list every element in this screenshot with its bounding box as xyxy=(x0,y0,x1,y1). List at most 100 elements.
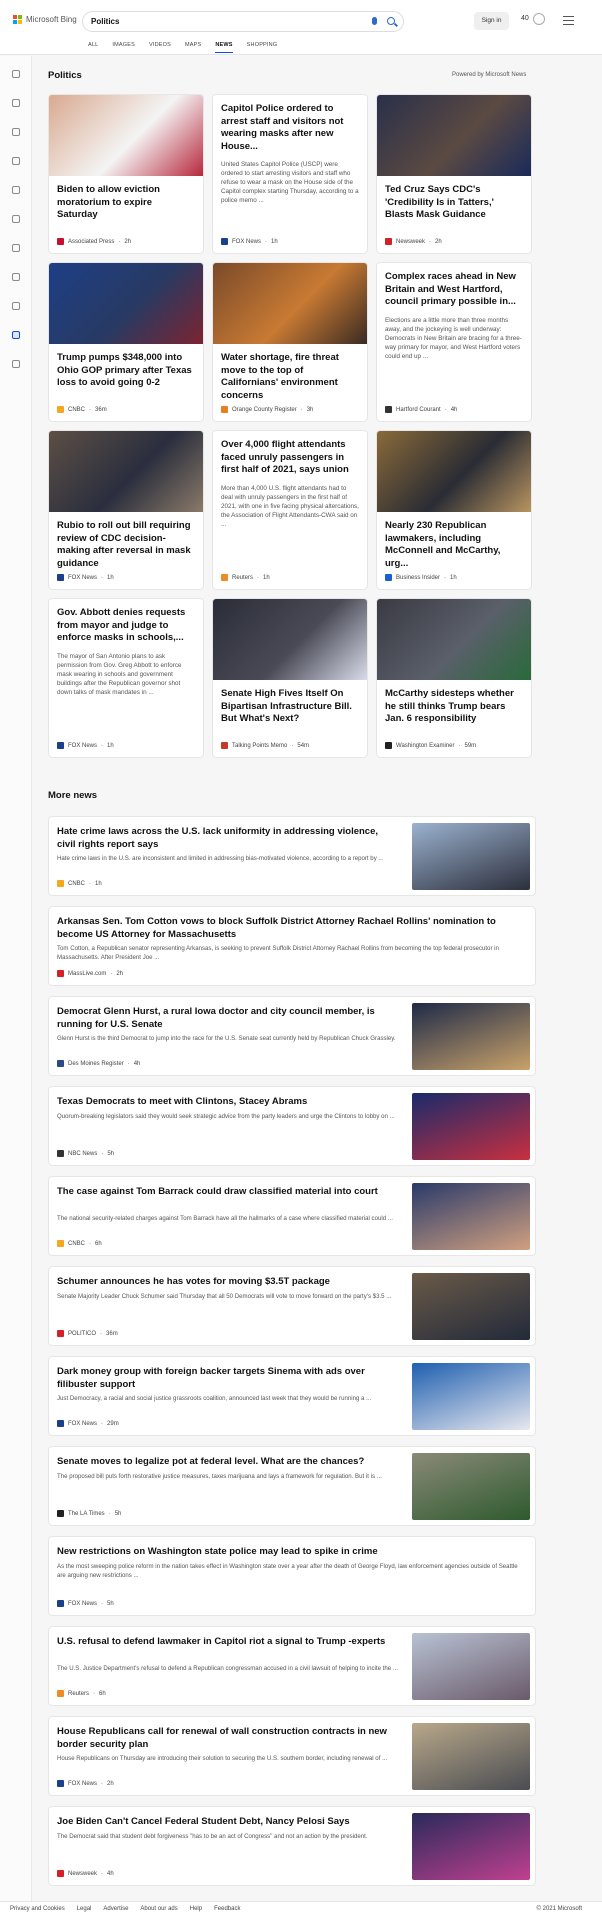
news-card-title[interactable]: Over 4,000 flight attendants faced unrul… xyxy=(213,431,367,477)
more-news-title[interactable]: Senate moves to legalize pot at federal … xyxy=(57,1456,399,1469)
rocket-icon[interactable] xyxy=(12,273,20,281)
footer-link[interactable]: Privacy and Cookies xyxy=(10,1906,65,1912)
sports-icon[interactable] xyxy=(12,128,20,136)
news-card-title[interactable]: Senate High Fives Itself On Bipartisan I… xyxy=(213,680,367,726)
tab-videos[interactable]: VIDEOS xyxy=(149,42,185,55)
publisher-name[interactable]: CNBC xyxy=(68,881,85,887)
publisher-name[interactable]: FOX News xyxy=(232,239,261,245)
publisher-name[interactable]: Newsweek xyxy=(68,1871,97,1877)
more-news-title[interactable]: New restrictions on Washington state pol… xyxy=(57,1546,525,1559)
more-news-title[interactable]: Joe Biden Can't Cancel Federal Student D… xyxy=(57,1816,399,1829)
news-card-image[interactable] xyxy=(213,263,367,344)
publisher-name[interactable]: Des Moines Register xyxy=(68,1061,124,1067)
more-news-thumbnail[interactable] xyxy=(412,1003,530,1070)
footer-link[interactable]: Help xyxy=(190,1906,202,1912)
news-card[interactable]: Ted Cruz Says CDC's 'Credibility Is in T… xyxy=(376,94,532,254)
money-icon[interactable] xyxy=(12,360,20,368)
more-news-item[interactable]: Senate moves to legalize pot at federal … xyxy=(48,1446,536,1526)
more-news-item[interactable]: Joe Biden Can't Cancel Federal Student D… xyxy=(48,1806,536,1886)
publisher-name[interactable]: Orange County Register xyxy=(232,407,297,413)
politics-icon[interactable] xyxy=(12,331,20,339)
more-news-title[interactable]: Democrat Glenn Hurst, a rural Iowa docto… xyxy=(57,1006,399,1031)
publisher-name[interactable]: CNBC xyxy=(68,1241,85,1247)
more-news-title[interactable]: Schumer announces he has votes for movin… xyxy=(57,1276,399,1289)
more-news-thumbnail[interactable] xyxy=(412,1093,530,1160)
news-card[interactable]: Nearly 230 Republican lawmakers, includi… xyxy=(376,430,532,590)
news-card-image[interactable] xyxy=(377,431,531,512)
news-card-title[interactable]: Gov. Abbott denies requests from mayor a… xyxy=(49,599,203,645)
news-card-image[interactable] xyxy=(213,599,367,680)
more-news-item[interactable]: U.S. refusal to defend lawmaker in Capit… xyxy=(48,1626,536,1706)
publisher-name[interactable]: POLITICO xyxy=(68,1331,96,1337)
more-news-item[interactable]: Dark money group with foreign backer tar… xyxy=(48,1356,536,1436)
news-card-title[interactable]: Nearly 230 Republican lawmakers, includi… xyxy=(377,512,531,570)
news-card[interactable]: Water shortage, fire threat move to the … xyxy=(212,262,368,422)
more-news-item[interactable]: Arkansas Sen. Tom Cotton vows to block S… xyxy=(48,906,536,986)
footer-link[interactable]: Feedback xyxy=(214,1906,240,1912)
news-card-title[interactable]: Ted Cruz Says CDC's 'Credibility Is in T… xyxy=(377,176,531,222)
hamburger-menu-icon[interactable] xyxy=(563,16,574,25)
more-news-thumbnail[interactable] xyxy=(412,1813,530,1880)
more-news-thumbnail[interactable] xyxy=(412,823,530,890)
tab-maps[interactable]: MAPS xyxy=(185,42,215,55)
more-news-thumbnail[interactable] xyxy=(412,1183,530,1250)
footer-link[interactable]: Advertise xyxy=(103,1906,128,1912)
footer-link[interactable]: Legal xyxy=(77,1906,92,1912)
publisher-name[interactable]: FOX News xyxy=(68,743,97,749)
search-box[interactable]: Politics xyxy=(82,11,404,32)
rewards-points[interactable]: 40 xyxy=(521,15,529,22)
more-news-item[interactable]: House Republicans call for renewal of wa… xyxy=(48,1716,536,1796)
footer-link[interactable]: About our ads xyxy=(140,1906,177,1912)
news-card-image[interactable] xyxy=(49,431,203,512)
news-card[interactable]: Over 4,000 flight attendants faced unrul… xyxy=(212,430,368,590)
publisher-name[interactable]: Washington Examiner xyxy=(396,743,454,749)
publisher-name[interactable]: FOX News xyxy=(68,1781,97,1787)
publisher-name[interactable]: Hartford Courant xyxy=(396,407,441,413)
more-news-item[interactable]: New restrictions on Washington state pol… xyxy=(48,1536,536,1616)
expand-icon[interactable] xyxy=(12,70,20,78)
news-card[interactable]: Capitol Police ordered to arrest staff a… xyxy=(212,94,368,254)
news-card-image[interactable] xyxy=(49,263,203,344)
more-news-title[interactable]: Texas Democrats to meet with Clintons, S… xyxy=(57,1096,399,1109)
search-icon[interactable] xyxy=(387,17,395,25)
rewards-icon[interactable] xyxy=(533,13,545,25)
search-input[interactable]: Politics xyxy=(91,17,119,26)
news-card-title[interactable]: Rubio to roll out bill requiring review … xyxy=(49,512,203,570)
publisher-name[interactable]: Newsweek xyxy=(396,239,425,245)
home-icon[interactable] xyxy=(12,99,20,107)
more-news-title[interactable]: Dark money group with foreign backer tar… xyxy=(57,1366,399,1391)
more-news-title[interactable]: House Republicans call for renewal of wa… xyxy=(57,1726,399,1751)
news-card-title[interactable]: McCarthy sidesteps whether he still thin… xyxy=(377,680,531,726)
publisher-name[interactable]: CNBC xyxy=(68,407,85,413)
publisher-name[interactable]: FOX News xyxy=(68,1421,97,1427)
publisher-name[interactable]: Talking Points Memo xyxy=(232,743,287,749)
tab-all[interactable]: ALL xyxy=(88,42,112,55)
sign-in-button[interactable]: Sign in xyxy=(474,12,509,30)
more-news-title[interactable]: U.S. refusal to defend lawmaker in Capit… xyxy=(57,1636,399,1649)
tab-images[interactable]: IMAGES xyxy=(112,42,149,55)
news-card-title[interactable]: Capitol Police ordered to arrest staff a… xyxy=(213,95,367,153)
news-card-image[interactable] xyxy=(49,95,203,176)
globe-icon[interactable] xyxy=(12,215,20,223)
flag-icon[interactable] xyxy=(12,157,20,165)
publisher-name[interactable]: NBC News xyxy=(68,1151,97,1157)
news-card[interactable]: Rubio to roll out bill requiring review … xyxy=(48,430,204,590)
more-news-item[interactable]: The case against Tom Barrack could draw … xyxy=(48,1176,536,1256)
publisher-name[interactable]: MassLive.com xyxy=(68,971,106,977)
more-news-thumbnail[interactable] xyxy=(412,1273,530,1340)
more-news-thumbnail[interactable] xyxy=(412,1723,530,1790)
more-news-title[interactable]: The case against Tom Barrack could draw … xyxy=(57,1186,399,1199)
more-news-item[interactable]: Texas Democrats to meet with Clintons, S… xyxy=(48,1086,536,1166)
more-news-item[interactable]: Schumer announces he has votes for movin… xyxy=(48,1266,536,1346)
news-card-title[interactable]: Trump pumps $348,000 into Ohio GOP prima… xyxy=(49,344,203,390)
more-news-thumbnail[interactable] xyxy=(412,1633,530,1700)
more-news-thumbnail[interactable] xyxy=(412,1363,530,1430)
more-news-title[interactable]: Arkansas Sen. Tom Cotton vows to block S… xyxy=(57,916,525,941)
publisher-name[interactable]: FOX News xyxy=(68,1601,97,1607)
publisher-name[interactable]: Reuters xyxy=(68,1691,89,1697)
more-news-thumbnail[interactable] xyxy=(412,1453,530,1520)
news-card[interactable]: McCarthy sidesteps whether he still thin… xyxy=(376,598,532,758)
tab-shopping[interactable]: SHOPPING xyxy=(247,42,292,55)
publisher-name[interactable]: Reuters xyxy=(232,575,253,581)
tab-news[interactable]: NEWS xyxy=(215,42,246,55)
